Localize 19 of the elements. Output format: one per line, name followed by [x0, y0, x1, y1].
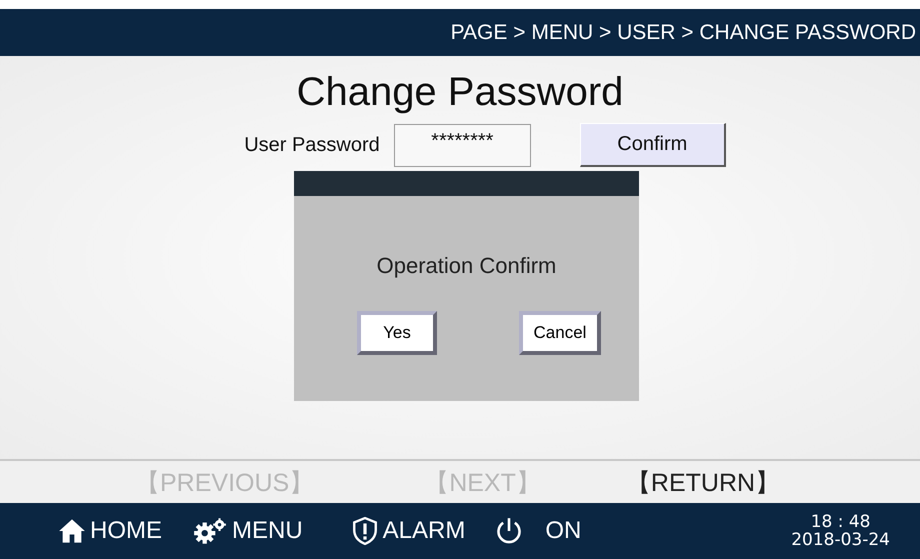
gears-icon [192, 517, 228, 545]
alarm-button[interactable]: ALARM [350, 517, 466, 545]
field-label: User Password [244, 134, 380, 156]
breadcrumb: PAGE > MENU > USER > CHANGE PASSWORD [450, 20, 916, 44]
home-icon [58, 517, 86, 545]
page-title: Change Password [296, 70, 624, 115]
nav-link[interactable]: 【RETURN】 [626, 466, 780, 498]
home-button[interactable]: HOME [58, 517, 162, 545]
dialog-button[interactable]: Cancel [519, 311, 601, 355]
dialog-message: Operation Confirm [376, 253, 556, 279]
password-field[interactable]: ******** [394, 124, 531, 166]
shield-alert-icon [350, 517, 379, 545]
confirm-button[interactable]: Confirm [580, 123, 726, 167]
menu-button[interactable]: MENU [192, 517, 303, 545]
dialog-button[interactable]: Yes [357, 311, 437, 355]
clock-time: 18 : 48 [810, 513, 870, 531]
power-button[interactable]: ON [495, 517, 582, 545]
clock-date: 2018-03-24 [791, 531, 890, 549]
power-icon [495, 517, 524, 545]
